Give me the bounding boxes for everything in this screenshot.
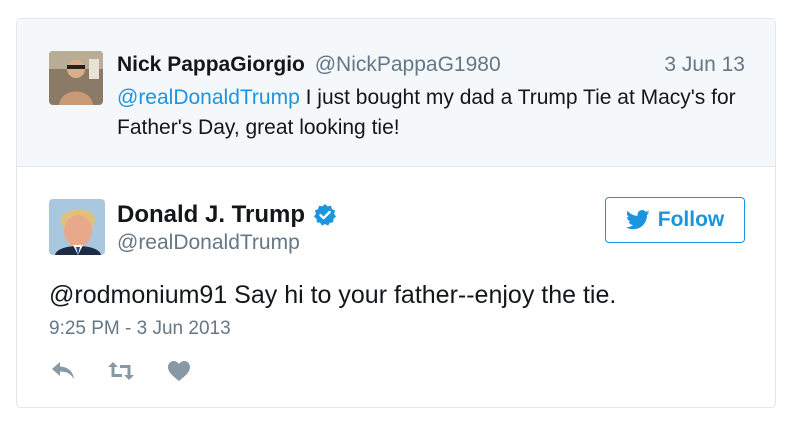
- parent-author-name[interactable]: Nick PappaGiorgio: [117, 53, 305, 76]
- author-name-row: Donald J. Trump: [117, 200, 337, 230]
- follow-label: Follow: [657, 208, 725, 231]
- parent-tweet-text: @realDonaldTrump I just bought my dad a …: [117, 83, 757, 143]
- tweet-timestamp[interactable]: 9:25 PM - 3 Jun 2013: [49, 316, 231, 342]
- bird-icon: [625, 210, 650, 230]
- verified-badge-icon: [313, 203, 337, 227]
- reply-icon[interactable]: [49, 357, 77, 385]
- author-name[interactable]: Donald J. Trump: [117, 200, 305, 230]
- parent-author-avatar[interactable]: [49, 51, 103, 105]
- author-handle[interactable]: @realDonaldTrump: [117, 230, 300, 256]
- tweet-text: @rodmonium91 Say hi to your father--enjo…: [49, 281, 617, 309]
- retweet-icon[interactable]: [107, 357, 135, 385]
- parent-tweet-date[interactable]: 3 Jun 13: [664, 51, 745, 79]
- author-avatar[interactable]: [49, 199, 105, 255]
- embedded-tweet-card: Nick PappaGiorgio @NickPappaG1980 3 Jun …: [16, 18, 776, 408]
- parent-header: Nick PappaGiorgio @NickPappaG1980 3 Jun …: [117, 51, 745, 79]
- like-icon[interactable]: [165, 357, 193, 385]
- parent-mention-link[interactable]: @realDonaldTrump: [117, 86, 300, 109]
- tweet-actions: [49, 357, 223, 385]
- parent-tweet[interactable]: Nick PappaGiorgio @NickPappaG1980 3 Jun …: [17, 19, 775, 167]
- follow-button[interactable]: Follow: [605, 197, 745, 243]
- parent-author-handle[interactable]: @NickPappaG1980: [315, 53, 501, 76]
